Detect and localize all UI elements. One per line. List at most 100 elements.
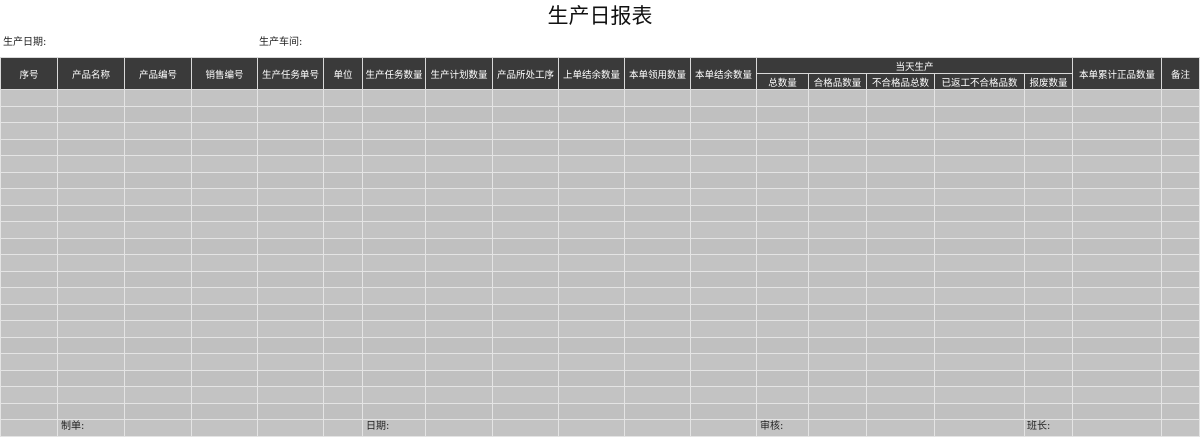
table-cell[interactable] — [1023, 171, 1074, 189]
table-cell[interactable] — [257, 155, 324, 173]
table-cell[interactable] — [1072, 303, 1163, 321]
table-cell[interactable] — [425, 188, 493, 206]
table-cell[interactable] — [425, 105, 493, 123]
table-cell[interactable] — [1072, 336, 1163, 354]
table-cell[interactable] — [1072, 287, 1163, 305]
table-cell[interactable] — [323, 237, 363, 255]
table-cell[interactable] — [257, 254, 324, 272]
table-cell[interactable] — [624, 237, 691, 255]
table-cell[interactable] — [124, 254, 192, 272]
table-cell[interactable] — [808, 89, 867, 107]
table-cell[interactable] — [866, 138, 935, 156]
table-cell[interactable] — [57, 221, 125, 239]
table-cell[interactable] — [1072, 204, 1163, 222]
table-cell[interactable] — [257, 369, 324, 387]
table-cell[interactable] — [808, 402, 867, 420]
table-cell[interactable] — [57, 402, 125, 420]
table-cell[interactable] — [756, 155, 809, 173]
table-cell[interactable] — [934, 336, 1025, 354]
table-cell[interactable] — [1023, 369, 1074, 387]
table-cell[interactable] — [934, 105, 1025, 123]
table-cell[interactable] — [492, 155, 559, 173]
table-cell[interactable] — [362, 105, 426, 123]
table-cell[interactable] — [191, 204, 258, 222]
table-cell[interactable] — [425, 336, 493, 354]
table-cell[interactable] — [323, 402, 363, 420]
table-cell[interactable] — [0, 171, 58, 189]
table-cell[interactable] — [808, 419, 867, 437]
table-cell[interactable] — [558, 122, 625, 140]
table-cell[interactable] — [1072, 419, 1163, 437]
table-cell[interactable] — [756, 270, 809, 288]
table-cell[interactable] — [624, 171, 691, 189]
table-cell[interactable] — [690, 419, 757, 437]
table-cell[interactable] — [492, 188, 559, 206]
table-cell[interactable] — [323, 204, 363, 222]
table-cell[interactable] — [0, 89, 58, 107]
table-cell[interactable] — [257, 353, 324, 371]
table-cell[interactable] — [124, 89, 192, 107]
table-cell[interactable] — [1161, 303, 1200, 321]
table-cell[interactable] — [1023, 320, 1074, 338]
table-cell[interactable] — [0, 204, 58, 222]
table-cell[interactable] — [124, 320, 192, 338]
table-cell[interactable] — [690, 320, 757, 338]
table-cell[interactable] — [57, 171, 125, 189]
table-cell[interactable] — [0, 320, 58, 338]
table-cell[interactable] — [756, 221, 809, 239]
table-cell[interactable] — [866, 254, 935, 272]
table-cell[interactable] — [191, 89, 258, 107]
table-cell[interactable] — [1161, 89, 1200, 107]
table-cell[interactable] — [124, 105, 192, 123]
table-cell[interactable] — [425, 221, 493, 239]
table-cell[interactable] — [191, 122, 258, 140]
table-cell[interactable] — [191, 402, 258, 420]
table-cell[interactable] — [191, 353, 258, 371]
table-cell[interactable] — [934, 138, 1025, 156]
table-cell[interactable] — [57, 89, 125, 107]
table-cell[interactable] — [624, 155, 691, 173]
table-cell[interactable] — [624, 353, 691, 371]
table-cell[interactable] — [425, 155, 493, 173]
table-cell[interactable] — [124, 122, 192, 140]
table-cell[interactable] — [124, 138, 192, 156]
table-cell[interactable] — [57, 287, 125, 305]
table-cell[interactable] — [362, 336, 426, 354]
table-cell[interactable] — [257, 204, 324, 222]
table-cell[interactable] — [1072, 122, 1163, 140]
table-cell[interactable] — [57, 254, 125, 272]
table-cell[interactable] — [934, 270, 1025, 288]
table-cell[interactable] — [425, 369, 493, 387]
table-cell[interactable] — [492, 171, 559, 189]
table-cell[interactable] — [191, 221, 258, 239]
table-cell[interactable] — [362, 320, 426, 338]
table-cell[interactable] — [323, 270, 363, 288]
table-cell[interactable] — [1161, 105, 1200, 123]
table-cell[interactable] — [624, 386, 691, 404]
table-cell[interactable] — [1072, 171, 1163, 189]
table-cell[interactable] — [756, 237, 809, 255]
table-cell[interactable] — [1161, 320, 1200, 338]
table-cell[interactable] — [1161, 369, 1200, 387]
table-cell[interactable] — [57, 303, 125, 321]
table-cell[interactable] — [1161, 237, 1200, 255]
table-cell[interactable] — [934, 188, 1025, 206]
table-cell[interactable] — [690, 155, 757, 173]
table-cell[interactable] — [866, 353, 935, 371]
table-cell[interactable] — [808, 171, 867, 189]
table-cell[interactable] — [1072, 386, 1163, 404]
table-cell[interactable] — [558, 89, 625, 107]
table-cell[interactable] — [558, 188, 625, 206]
table-cell[interactable] — [690, 402, 757, 420]
table-cell[interactable] — [362, 254, 426, 272]
table-cell[interactable] — [558, 386, 625, 404]
table-cell[interactable] — [756, 303, 809, 321]
table-cell[interactable] — [756, 402, 809, 420]
table-cell[interactable] — [690, 221, 757, 239]
table-cell[interactable] — [0, 270, 58, 288]
table-cell[interactable] — [124, 237, 192, 255]
table-cell[interactable] — [323, 419, 363, 437]
table-cell[interactable] — [191, 369, 258, 387]
table-cell[interactable] — [0, 138, 58, 156]
table-cell[interactable] — [492, 105, 559, 123]
